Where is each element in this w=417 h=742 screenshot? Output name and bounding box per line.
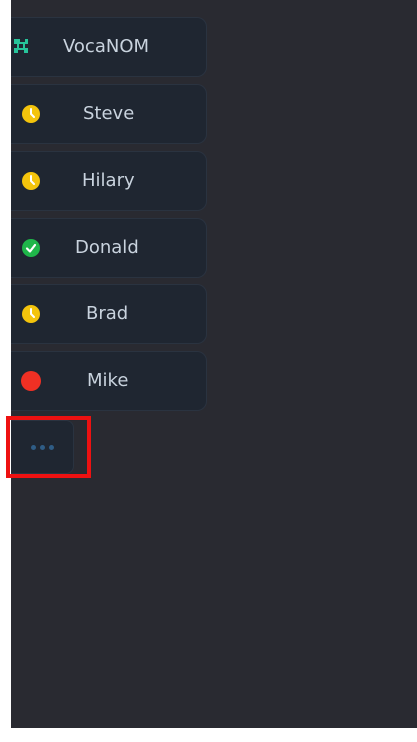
clock-pending-icon <box>22 305 40 323</box>
sidebar-item-steve[interactable]: Steve <box>11 84 207 144</box>
sidebar-item-donald[interactable]: Donald <box>11 218 207 278</box>
sidebar-item-label: Steve <box>83 103 135 124</box>
sidebar-item-brad[interactable]: Brad <box>11 284 207 344</box>
highlight-box <box>6 416 91 478</box>
sidebar-item-label: Brad <box>86 303 129 324</box>
sidebar-panel: VocaNOM Steve Hilary Donald Brad Mike <box>11 0 417 728</box>
sidebar-item-hilary[interactable]: Hilary <box>11 151 207 211</box>
sidebar-item-label: Mike <box>87 370 129 391</box>
sidebar-item-label: VocaNOM <box>63 36 150 57</box>
check-circle-icon <box>22 239 40 257</box>
clock-pending-icon <box>22 172 40 190</box>
sidebar-item-label: Donald <box>75 237 139 258</box>
app-logo-icon <box>14 39 28 53</box>
red-dot-icon <box>21 371 41 391</box>
clock-pending-icon <box>22 105 40 123</box>
sidebar-item-mike[interactable]: Mike <box>11 351 207 411</box>
sidebar-item-label: Hilary <box>82 170 135 191</box>
sidebar-item-vocanom[interactable]: VocaNOM <box>11 17 207 77</box>
